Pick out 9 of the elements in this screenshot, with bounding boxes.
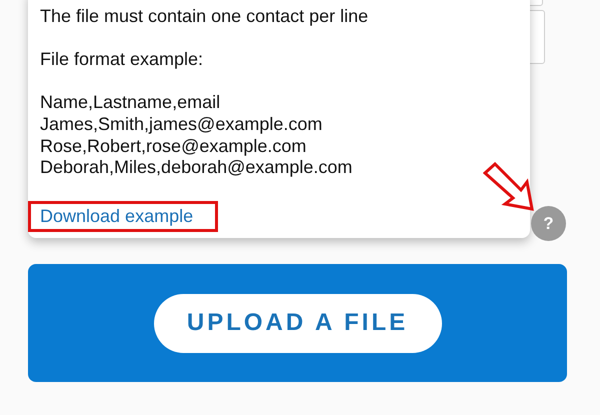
- example-line: Deborah,Miles,deborah@example.com: [40, 157, 354, 179]
- popover-text: The file must contain one contact per line: [40, 6, 370, 28]
- download-link[interactable]: Download example: [40, 206, 194, 227]
- example-line: Rose,Robert,rose@example.com: [40, 136, 308, 158]
- popover-text: File format example:: [40, 49, 204, 71]
- example-line: Name,Lastname,email: [40, 92, 222, 114]
- example-line: James,Smith,james@example.com: [40, 114, 324, 136]
- help-button[interactable]: ?: [531, 206, 566, 241]
- upload-button[interactable]: UPLOAD A FILE: [154, 294, 442, 352]
